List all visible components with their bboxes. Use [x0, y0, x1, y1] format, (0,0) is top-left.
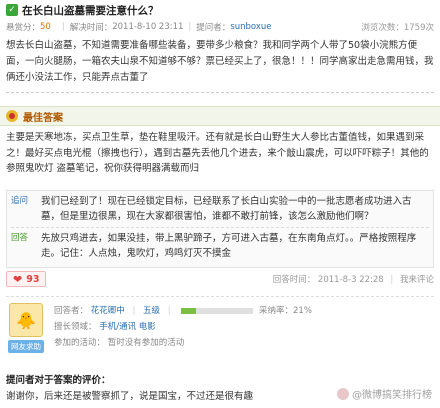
- solved-label: 解决时间：: [69, 23, 113, 33]
- evaluation-title: 提问者对于答案的评价：: [6, 375, 111, 386]
- medal-icon: [6, 110, 18, 122]
- followup-box: 追问 我们已经到了！现在已经锁定目标，已经联系了长白山实验一中的一批志愿者成功进…: [6, 190, 434, 268]
- watermark-text: @微博搞笑排行榜: [352, 390, 432, 401]
- followup-answer-tag: 回答: [11, 233, 29, 243]
- adoption-bar: [181, 307, 254, 314]
- answer-time: 2011-8-3 22:28: [317, 275, 384, 285]
- asker-name[interactable]: sunboxue: [230, 22, 271, 32]
- field-label: 擅长领域：: [54, 322, 97, 332]
- evaluation-text: 谢谢你，后来还是被警察抓了，说是国宝，不过还是很有趣: [6, 391, 254, 402]
- heart-icon: ❤: [13, 272, 23, 286]
- watermark: @微博搞笑排行榜: [337, 386, 432, 401]
- question-body: 想去长白山盗墓，不知道需要准备哪些装备，要带多少粮食？我和同学两个人带了50袋小…: [6, 40, 434, 83]
- like-count: 93: [26, 273, 40, 285]
- responder-box: 🐥 网友求助 回答者： 花花卿中 | 五级 | 采纳率：21% 擅长领域： 手机…: [6, 296, 434, 360]
- question-title-row: ✓ 在长白山盗墓需要注意什么？: [6, 3, 159, 17]
- question-title: 在长白山盗墓需要注意什么？: [22, 4, 159, 17]
- check-icon: ✓: [6, 4, 18, 16]
- weibo-icon: [337, 387, 349, 400]
- reward-label: 悬赏分：: [6, 23, 41, 33]
- best-answer-title: 最佳答案: [23, 112, 63, 124]
- asker-label: 提问者：: [196, 23, 231, 33]
- followup-answer-text: 先放只鸡进去，如果没挂，带上黑驴蹄子，方可进入古墓，在东南角点灯。。严格按照程序…: [41, 233, 417, 259]
- followup-answer: 回答 先放只鸡进去，如果没挂，带上黑驴蹄子，方可进入古墓，在东南角点灯。。严格按…: [7, 228, 433, 264]
- responder-level[interactable]: 五级: [143, 306, 160, 316]
- followup-question: 追问 我们已经到了！现在已经锁定目标，已经联系了长白山实验一中的一批志愿者成功进…: [7, 191, 433, 227]
- avatar[interactable]: 🐥: [9, 303, 43, 337]
- view-count: 浏览次数：1759次: [361, 23, 434, 33]
- followup-tag: 追问: [11, 196, 29, 206]
- adoption-rate: 采纳率：21%: [259, 306, 312, 316]
- best-answer-body: 主要是天寒地冻，买点卫生草，垫在鞋里吸汗。还有就是长白山野生大人参比古董值钱，如…: [6, 132, 429, 174]
- like-button[interactable]: ❤ 93: [6, 271, 47, 287]
- answer-meta: 回答时间： 2011-8-3 22:28 | 我来评论: [272, 275, 434, 285]
- field-values[interactable]: 手机/通讯 电影: [99, 322, 156, 332]
- responder-label: 回答者：: [54, 306, 89, 316]
- vote-row: ❤ 93 回答时间： 2011-8-3 22:28 | 我来评论: [6, 270, 434, 288]
- activity-label: 参加的活动：: [54, 338, 106, 348]
- divider: [6, 92, 434, 93]
- solved-time: 2011-8-10 23:11: [112, 22, 184, 32]
- responder-info: 回答者： 花花卿中 | 五级 | 采纳率：21% 擅长领域： 手机/通讯 电影 …: [54, 306, 312, 348]
- responder-name[interactable]: 花花卿中: [91, 306, 125, 316]
- activity-value: 暂时没有参加的活动: [107, 338, 185, 348]
- comment-link[interactable]: 我来评论: [400, 275, 434, 285]
- followup-text: 我们已经到了！现在已经锁定目标，已经联系了长白山实验一中的一批志愿者成功进入古墓…: [41, 196, 412, 222]
- question-meta: 悬赏分： 50 | 解决时间： 2011-8-10 23:11 | 提问者： s…: [6, 22, 434, 33]
- answer-time-label: 回答时间：: [272, 275, 316, 285]
- avatar-badge: 网友求助: [8, 340, 44, 353]
- reward-value: 50: [40, 22, 51, 32]
- best-answer-header: 最佳答案: [0, 106, 440, 126]
